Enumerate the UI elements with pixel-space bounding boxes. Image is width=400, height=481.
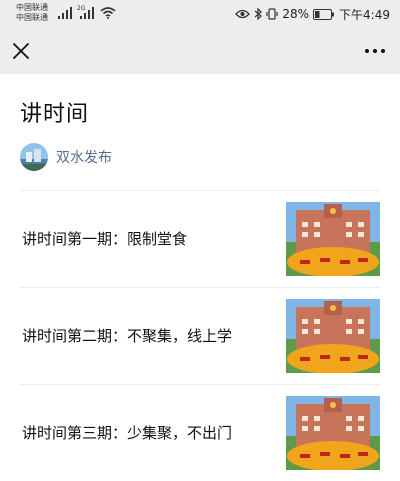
nav-bar <box>0 28 400 74</box>
battery-icon <box>313 8 335 20</box>
close-icon[interactable] <box>10 40 32 62</box>
list-item[interactable]: 讲时间第三期：少集聚，不出门 <box>20 384 380 481</box>
clock: 下午4:49 <box>339 7 390 22</box>
signal-icon <box>58 7 72 19</box>
carrier-labels: 中国联通 中国联通 <box>16 3 56 23</box>
article-title[interactable]: 讲时间第一期：限制堂食 <box>22 191 187 287</box>
bluetooth-icon <box>254 8 263 20</box>
article-title[interactable]: 讲时间第二期：不聚集，线上学 <box>22 288 232 384</box>
eye-icon <box>235 9 251 19</box>
carrier-2: 中国联通 <box>16 13 48 22</box>
article-thumbnail[interactable] <box>286 202 380 276</box>
carrier-1: 中国联通 <box>16 3 48 12</box>
publisher-name[interactable]: 双水发布 <box>56 147 112 167</box>
status-bar: 中国联通 中国联通 2G 28% 下午4:49 <box>0 0 400 28</box>
vibrate-icon <box>266 8 278 20</box>
avatar[interactable] <box>20 143 48 171</box>
publisher-row[interactable]: 双水发布 <box>20 142 112 172</box>
list-item[interactable]: 讲时间第一期：限制堂食 <box>20 190 380 287</box>
battery-percent: 28% <box>282 7 310 21</box>
more-icon[interactable] <box>364 48 386 54</box>
page-title: 讲时间 <box>20 102 90 127</box>
article-thumbnail[interactable] <box>286 299 380 373</box>
signal-icon <box>80 7 94 19</box>
wifi-icon <box>100 7 116 19</box>
article-list: 讲时间第一期：限制堂食 讲时间第二期：不聚集，线上学 讲时间第三期：少集聚，不出… <box>0 190 400 481</box>
article-thumbnail[interactable] <box>286 396 380 470</box>
article-title[interactable]: 讲时间第三期：少集聚，不出门 <box>22 385 232 481</box>
status-right: 28% 下午4:49 <box>235 5 390 23</box>
list-item[interactable]: 讲时间第二期：不聚集，线上学 <box>20 287 380 384</box>
